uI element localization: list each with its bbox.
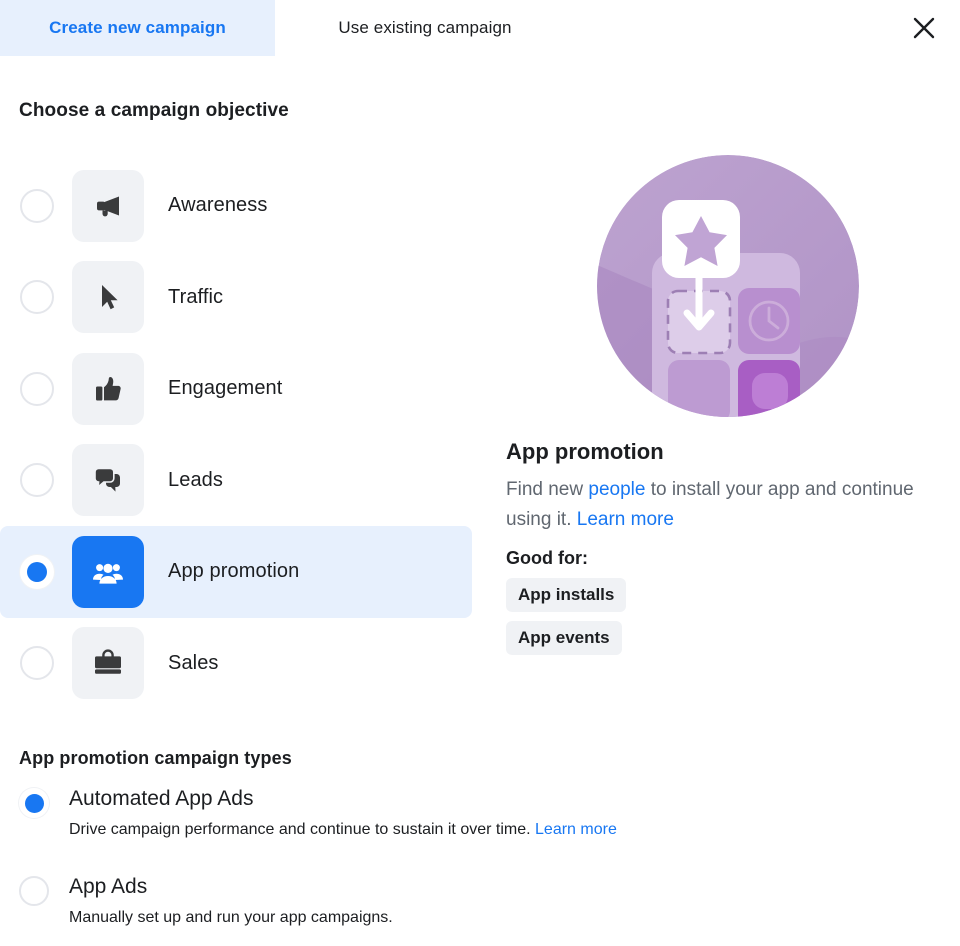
people-group-icon	[91, 555, 125, 589]
radio-engagement[interactable]	[20, 371, 54, 406]
campaign-objective-dialog: Create new campaign Use existing campaig…	[0, 0, 960, 946]
close-button[interactable]	[904, 8, 944, 48]
radio-leads[interactable]	[20, 463, 54, 498]
campaign-type-automated-app-ads-desc: Drive campaign performance and continue …	[69, 819, 617, 841]
campaign-types-title: App promotion campaign types	[19, 748, 292, 768]
good-for-label: Good for:	[506, 548, 588, 568]
megaphone-icon	[91, 189, 125, 223]
campaign-type-app-ads-label: App Ads	[69, 875, 148, 898]
radio-awareness[interactable]	[20, 188, 54, 223]
automated-app-ads-learn-more-link[interactable]: Learn more	[535, 821, 617, 838]
cursor-icon	[91, 280, 125, 314]
chip-app-installs: App installs	[506, 578, 627, 612]
tab-use-existing-campaign-label: Use existing campaign	[338, 18, 512, 37]
objective-item-traffic[interactable]: Traffic	[0, 252, 472, 344]
chip-app-events: App events	[506, 621, 622, 655]
radio-traffic[interactable]	[20, 280, 54, 315]
objective-item-awareness[interactable]: Awareness	[0, 160, 472, 252]
campaign-type-automated-app-ads-text: Automated App Ads Drive campaign perform…	[69, 786, 617, 841]
radio-sales[interactable]	[20, 646, 54, 681]
detail-desc-part1: Find new	[506, 479, 589, 500]
megaphone-icon-tile	[72, 169, 144, 242]
radio-automated-app-ads[interactable]	[19, 788, 49, 818]
speech-bubbles-icon	[91, 463, 125, 497]
objective-list: Awareness Traffic Engagement Leads App p…	[0, 160, 472, 709]
learn-more-link[interactable]: Learn more	[577, 509, 674, 530]
objective-item-engagement[interactable]: Engagement	[0, 343, 472, 435]
objective-item-sales[interactable]: Sales	[0, 618, 472, 710]
speech-bubbles-icon-tile	[72, 444, 144, 517]
campaign-type-app-ads-text: App Ads Manually set up and run your app…	[69, 874, 393, 929]
objective-item-app-promotion-label: App promotion	[168, 560, 300, 583]
people-group-icon-tile	[72, 535, 144, 608]
thumbs-up-icon-tile	[72, 352, 144, 425]
campaign-type-automated-app-ads[interactable]: Automated App Ads Drive campaign perform…	[19, 786, 879, 841]
radio-app-ads[interactable]	[19, 876, 49, 906]
objective-item-leads-label: Leads	[168, 468, 223, 491]
good-for-chips: App installs App events	[506, 578, 926, 664]
people-link[interactable]: people	[588, 479, 645, 500]
objective-detail-panel: App promotion Find new people to install…	[506, 155, 926, 664]
cursor-icon-tile	[72, 261, 144, 334]
radio-app-promotion[interactable]	[20, 554, 54, 589]
detail-description: Find new people to install your app and …	[506, 475, 916, 535]
objective-item-app-promotion[interactable]: App promotion	[0, 526, 472, 618]
tab-use-existing-campaign[interactable]: Use existing campaign	[275, 0, 575, 56]
automated-app-ads-desc-text: Drive campaign performance and continue …	[69, 821, 536, 838]
objective-item-sales-label: Sales	[168, 651, 219, 674]
objective-item-leads[interactable]: Leads	[0, 435, 472, 527]
campaign-types-list: Automated App Ads Drive campaign perform…	[19, 786, 879, 929]
briefcase-icon	[91, 646, 125, 680]
objective-item-engagement-label: Engagement	[168, 377, 283, 400]
objective-item-awareness-label: Awareness	[168, 194, 268, 217]
campaign-type-app-ads-desc: Manually set up and run your app campaig…	[69, 909, 393, 926]
objective-item-traffic-label: Traffic	[168, 285, 224, 308]
close-icon	[911, 15, 937, 41]
detail-title: App promotion	[506, 439, 664, 464]
tab-bar: Create new campaign Use existing campaig…	[0, 0, 960, 56]
campaign-type-automated-app-ads-label: Automated App Ads	[69, 787, 254, 810]
briefcase-icon-tile	[72, 627, 144, 700]
campaign-type-app-ads[interactable]: App Ads Manually set up and run your app…	[19, 874, 879, 929]
app-install-illustration	[597, 155, 859, 417]
page-title: Choose a campaign objective	[19, 100, 289, 121]
tab-create-new-campaign-label: Create new campaign	[49, 18, 226, 37]
thumbs-up-icon	[91, 372, 125, 406]
tab-create-new-campaign[interactable]: Create new campaign	[0, 0, 275, 56]
